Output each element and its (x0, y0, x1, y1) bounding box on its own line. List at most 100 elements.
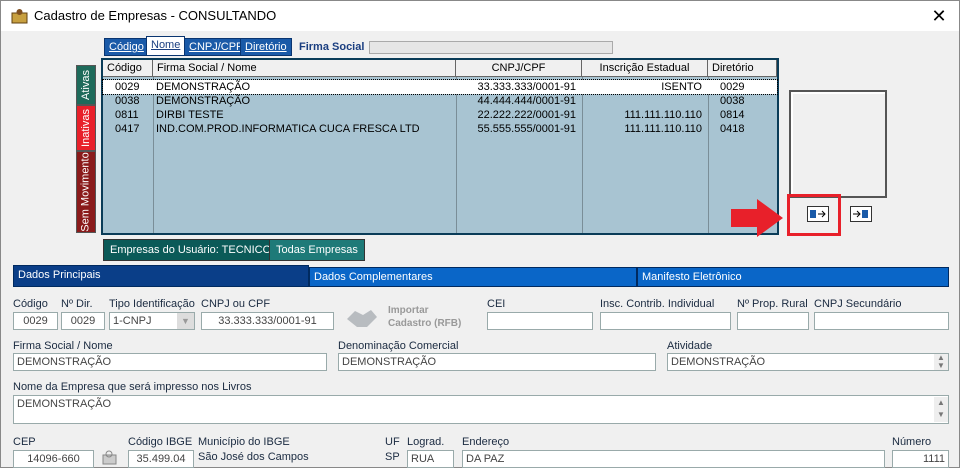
municipio-label: Município do IBGE (198, 436, 290, 448)
importar-label-1[interactable]: Importar (388, 305, 429, 316)
red-arrow-icon (731, 199, 783, 237)
row-diretorio: 0038 (720, 95, 745, 107)
row-ie: 111.111.110.110 (624, 123, 702, 135)
vtab-sem-movimento-label: Sem Movimento (80, 152, 93, 232)
vtab-inativas-label: Inativas (80, 109, 93, 147)
tab-diretorio[interactable]: Diretório (240, 38, 292, 56)
title-bar: Cadastro de Empresas - CONSULTANDO ✕ (1, 1, 959, 31)
col-header-ie[interactable]: Inscrição Estadual (582, 60, 708, 77)
remove-logo-icon (853, 210, 868, 218)
row-diretorio: 0418 (720, 123, 745, 135)
logo-box[interactable] (789, 90, 887, 198)
tipo-id-label: Tipo Identificação (109, 298, 195, 310)
nome-livros-field[interactable]: DEMONSTRAÇÃO (13, 395, 949, 424)
row-cnpj: 44.444.444/0001-91 (477, 95, 576, 107)
close-button[interactable]: ✕ (926, 3, 952, 29)
table-row[interactable]: 0029 DEMONSTRAÇÃO 33.333.333/0001-91 ISENTO… (102, 79, 778, 95)
row-firma: DEMONSTRAÇÃO (156, 81, 251, 93)
row-cnpj: 33.333.333/0001-91 (477, 81, 576, 93)
row-codigo: 0038 (115, 95, 140, 107)
lograd-field[interactable]: RUA (407, 450, 454, 468)
insc-ind-label: Insc. Contrib. Individual (600, 298, 715, 310)
nome-livros-scroll[interactable]: ▲ ▼ (934, 397, 948, 422)
atividade-label: Atividade (667, 340, 713, 352)
cep-label: CEP (13, 436, 36, 448)
lookup-icon[interactable] (101, 449, 119, 465)
tab-todas-empresas[interactable]: Todas Empresas (269, 239, 365, 261)
load-logo-button[interactable] (807, 206, 829, 222)
uf-value: SP (385, 451, 400, 463)
atividade-field[interactable]: DEMONSTRAÇÃO (667, 353, 949, 371)
table-row[interactable]: 0038 DEMONSTRAÇÃO 44.444.444/0001-91 0038 (103, 94, 777, 108)
firma-field[interactable]: DEMONSTRAÇÃO (13, 353, 327, 371)
tab-manifesto[interactable]: Manifesto Eletrônico (637, 267, 949, 287)
remove-logo-button[interactable] (850, 206, 872, 222)
col-header-firma[interactable]: Firma Social / Nome (153, 60, 456, 77)
nro-dir-label: Nº Dir. (61, 298, 93, 310)
tab-empresas-usuario[interactable]: Empresas do Usuário: TECNICO (103, 239, 279, 261)
codigo-label: Código (13, 298, 48, 310)
row-cnpj: 55.555.555/0001-91 (477, 123, 576, 135)
row-cnpj: 22.222.222/0001-91 (477, 109, 576, 121)
col-header-diretorio[interactable]: Diretório (708, 60, 777, 77)
row-firma: DEMONSTRAÇÃO (156, 95, 251, 107)
handshake-icon (347, 310, 377, 327)
uf-label: UF (385, 436, 400, 448)
search-input[interactable] (369, 41, 613, 54)
search-label: Firma Social (299, 41, 365, 53)
row-ie (582, 94, 702, 108)
vtab-inativas[interactable]: Inativas (76, 105, 96, 151)
endereco-label: Endereço (462, 436, 510, 448)
row-diretorio: 0814 (720, 109, 745, 121)
cep-field[interactable]: 14096-660 (13, 450, 94, 468)
window-title: Cadastro de Empresas - CONSULTANDO (34, 8, 277, 23)
firma-label: Firma Social / Nome (13, 340, 113, 352)
insc-ind-field[interactable] (600, 312, 731, 330)
prop-rural-label: Nº Prop. Rural (737, 298, 808, 310)
cnpj-label: CNPJ ou CPF (201, 298, 271, 310)
chevron-down-icon[interactable]: ▼ (177, 313, 194, 329)
nro-dir-field[interactable]: 0029 (61, 312, 105, 330)
ibge-label: Código IBGE (128, 436, 193, 448)
col-header-codigo[interactable]: Código (103, 60, 153, 77)
cnpj-sec-field[interactable] (814, 312, 949, 330)
tab-cnpj[interactable]: CNPJ/CPF (184, 38, 248, 56)
tab-codigo[interactable]: Código (104, 38, 149, 56)
nome-livros-label: Nome da Empresa que será impresso nos Li… (13, 381, 252, 393)
cnpj-sec-label: CNPJ Secundário (814, 298, 902, 310)
municipio-value: São José dos Campos (198, 451, 309, 463)
tab-dados-complementares[interactable]: Dados Complementares (309, 267, 637, 287)
col-header-cnpj[interactable]: CNPJ/CPF (456, 60, 582, 77)
vtab-ativas-label: Ativas (80, 70, 92, 100)
numero-field[interactable]: 1111 (892, 450, 949, 468)
row-firma: IND.COM.PROD.INFORMATICA CUCA FRESCA LTD (156, 123, 420, 135)
load-logo-icon (810, 210, 826, 218)
denominacao-field[interactable]: DEMONSTRAÇÃO (338, 353, 656, 371)
lograd-label: Lograd. (407, 436, 445, 448)
ibge-field[interactable]: 35.499.04 (128, 450, 194, 468)
vtab-sem-movimento[interactable]: Sem Movimento (76, 151, 96, 233)
cnpj-field[interactable]: 33.333.333/0001-91 (201, 312, 334, 330)
cadastro-window: Cadastro de Empresas - CONSULTANDO ✕ Cód… (0, 0, 960, 468)
tab-dados-principais[interactable]: Dados Principais (13, 265, 309, 287)
codigo-field[interactable]: 0029 (13, 312, 58, 330)
row-diretorio: 0029 (720, 81, 745, 93)
row-firma: DIRBI TESTE (156, 109, 224, 121)
row-codigo: 0811 (115, 109, 139, 121)
row-ie: ISENTO (661, 81, 702, 93)
cei-field[interactable] (487, 312, 593, 330)
row-ie: 111.111.110.110 (624, 109, 702, 121)
importar-label-2[interactable]: Cadastro (RFB) (388, 318, 461, 329)
table-row[interactable]: 0811 DIRBI TESTE 22.222.222/0001-91 111.111… (103, 108, 777, 122)
numero-label: Número (892, 436, 932, 448)
cei-label: CEI (487, 298, 506, 310)
vtab-ativas[interactable]: Ativas (76, 65, 96, 105)
tab-nome[interactable]: Nome (146, 36, 186, 56)
companies-grid[interactable]: Código Firma Social / Nome CNPJ/CPF Insc… (101, 58, 779, 235)
prop-rural-field[interactable] (737, 312, 809, 330)
denominacao-label: Denominação Comercial (338, 340, 459, 352)
endereco-field[interactable]: DA PAZ (462, 450, 885, 468)
atividade-scroll[interactable]: ▲ ▼ (934, 354, 948, 370)
app-icon (11, 9, 28, 24)
table-row[interactable]: 0417 IND.COM.PROD.INFORMATICA CUCA FRESCA… (103, 122, 777, 136)
